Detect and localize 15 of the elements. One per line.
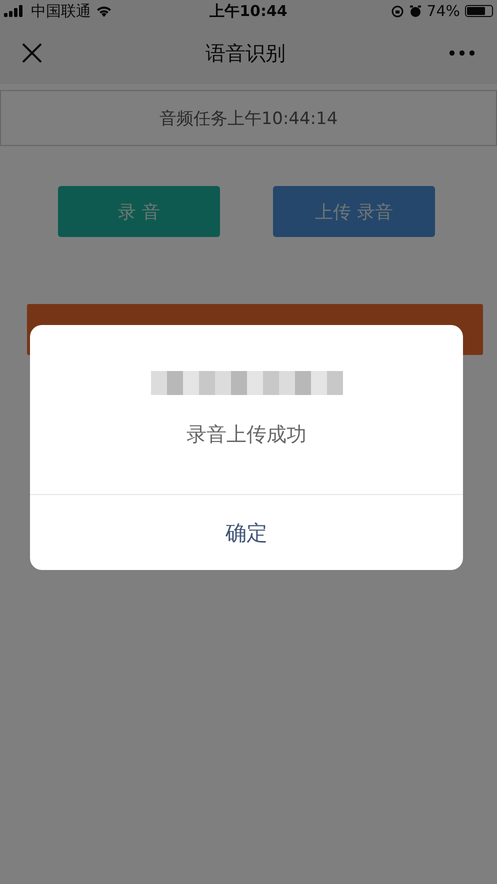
battery-icon <box>465 5 493 17</box>
record-button[interactable]: 录 音 <box>58 186 220 237</box>
page-title: 语音识别 <box>206 40 286 66</box>
rotation-lock-icon <box>390 4 404 18</box>
confirm-button[interactable]: 确定 <box>30 494 463 570</box>
battery-percent: 74% <box>426 2 460 20</box>
alarm-icon <box>408 4 422 18</box>
carrier-name: 中国联通 <box>31 2 91 20</box>
dialog-message: 录音上传成功 <box>186 421 306 448</box>
task-field: 音频任务上午10:44:14 <box>0 90 497 146</box>
status-time: 上午10:44 <box>210 2 288 20</box>
more-icon[interactable] <box>449 50 475 56</box>
close-icon[interactable] <box>22 43 42 63</box>
upload-button[interactable]: 上传 录音 <box>273 186 435 237</box>
wifi-icon <box>96 5 112 17</box>
